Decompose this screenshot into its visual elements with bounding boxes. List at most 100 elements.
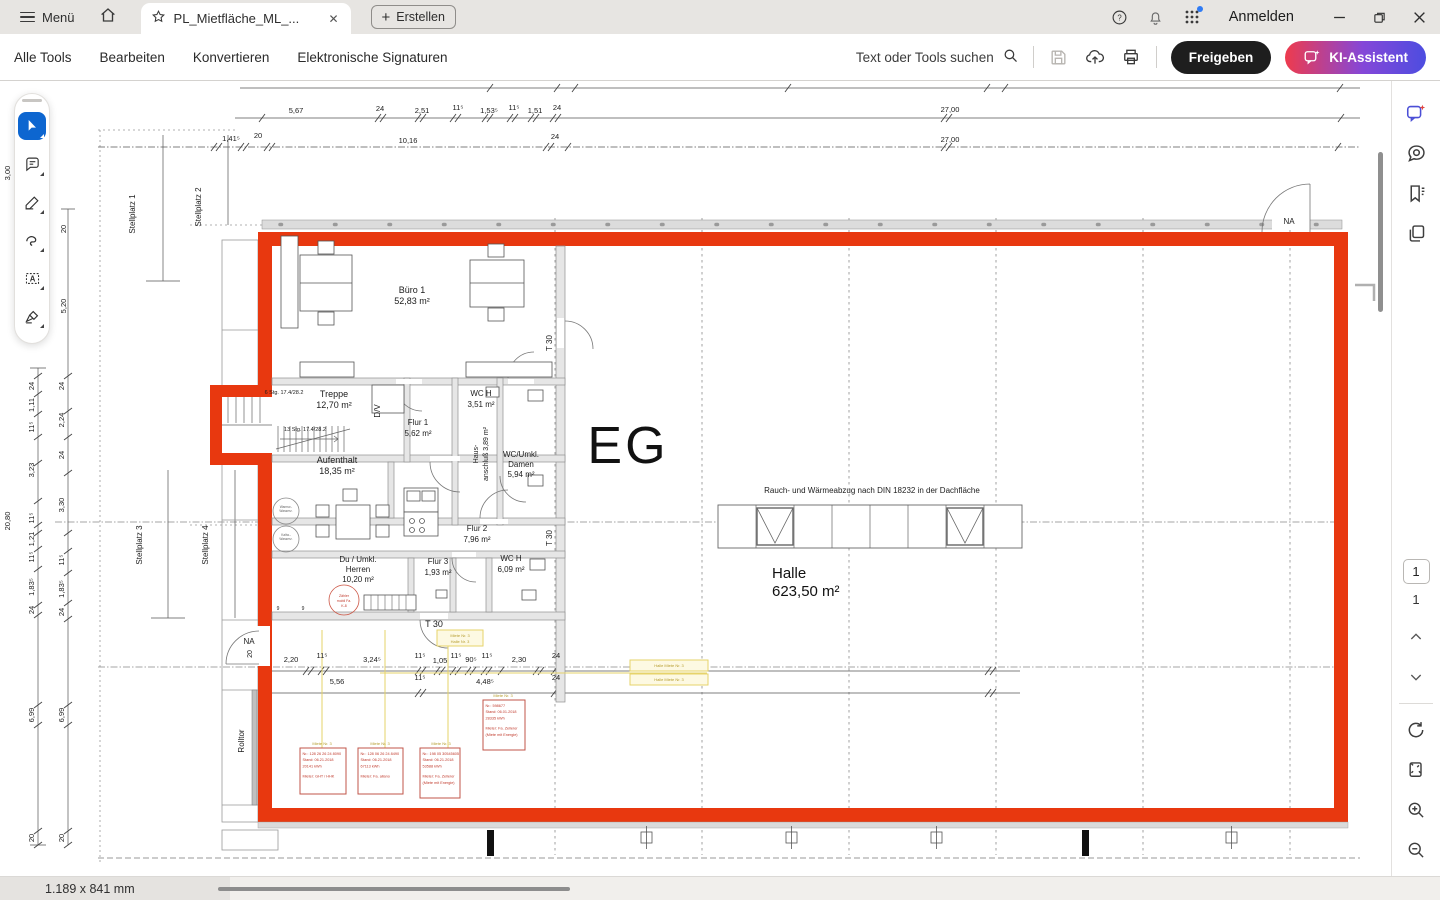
star-icon[interactable] [151, 9, 166, 29]
ai-chat-icon [1303, 48, 1321, 66]
document-canvas[interactable]: Nr.: 598677Stand: 06.01.201828335 kWhMie… [0, 81, 1392, 876]
plan-label: Du / Umkl.Herren10,20 m² [339, 555, 376, 584]
comment-tool-button[interactable] [18, 150, 46, 178]
toolbar: Alle Tools Bearbeiten Konvertieren Elekt… [0, 34, 1440, 81]
menu-convert[interactable]: Konvertieren [193, 50, 270, 65]
plan-label: T 30 [545, 335, 554, 351]
select-text-tool-button[interactable]: A [18, 264, 46, 292]
plan-label: 1,41⁵ [222, 134, 240, 143]
plan-label: 20 [59, 225, 68, 233]
divider [1399, 703, 1433, 704]
bookmarks-panel-icon[interactable] [1403, 180, 1429, 206]
plan-label: 3,30 [57, 498, 66, 513]
draw-lasso-tool-button[interactable] [18, 226, 46, 254]
titlebar: Menü PL_Mietfläche_ML_... ✕ + Erstellen … [0, 0, 1440, 34]
plan-label: Halle Miete Nr. 3 [654, 677, 684, 682]
tab-close-icon[interactable]: ✕ [326, 12, 340, 26]
fill-sign-tool-button[interactable] [18, 302, 46, 330]
menu-esign[interactable]: Elektronische Signaturen [297, 50, 447, 65]
plan-label: 11⁵ [482, 651, 493, 660]
plan-label: WC H3,51 m² [467, 389, 494, 409]
flyout-indicator [40, 210, 44, 214]
plan-labels: EGHalle623,50 m²Rauch- und Wärmeabzug na… [3, 103, 1295, 842]
share-button[interactable]: Freigeben [1171, 41, 1272, 74]
plan-label: 24 [57, 451, 66, 459]
plan-label: 27,00 [941, 135, 960, 144]
plan-label: 11⁵ [27, 422, 36, 433]
cloud-upload-icon[interactable] [1084, 46, 1106, 68]
rotate-page-icon[interactable] [1403, 717, 1429, 743]
plan-label: Halle Nr. 3 [451, 639, 470, 644]
home-button[interactable] [89, 6, 127, 29]
meter-stamp-text: 67113 kWh [361, 764, 380, 768]
window-minimize-icon[interactable] [1332, 10, 1346, 24]
plan-label: 11⁵ [415, 673, 426, 682]
plan-label: NA [243, 637, 255, 646]
plan-label: 3,23 [27, 463, 36, 478]
svg-text:?: ? [1118, 13, 1123, 22]
document-tab[interactable]: PL_Mietfläche_ML_... ✕ [141, 3, 351, 34]
meter-stamp-text: 20141 kWh [303, 764, 322, 768]
pages-panel-icon[interactable] [1403, 220, 1429, 246]
print-icon[interactable] [1120, 46, 1142, 68]
meter-stamp-text: Mieter: Fa. Zellerer [423, 775, 456, 779]
select-tool-button[interactable] [18, 112, 46, 140]
plan-label: 24 [552, 651, 560, 660]
plan-label: Flur 31,93 m² [424, 557, 451, 577]
plan-label: 3,00 [3, 166, 12, 181]
plan-label: 1,83⁵ [57, 580, 66, 598]
palette-drag-handle[interactable] [22, 99, 42, 102]
window-restore-icon[interactable] [1372, 10, 1386, 24]
page-number-input[interactable] [1403, 559, 1430, 584]
ai-assistant-panel-icon[interactable] [1403, 100, 1429, 126]
ai-assistant-button[interactable]: KI-Assistent [1285, 41, 1426, 74]
meter-stamps: Nr.: 598677Stand: 06.01.201828335 kWhMie… [300, 700, 525, 798]
apps-grid-icon[interactable] [1183, 8, 1201, 26]
save-icon[interactable] [1048, 46, 1070, 68]
divider [1156, 46, 1157, 68]
door-arcs [226, 184, 1310, 664]
plan-label: 2,20 [284, 655, 299, 664]
flyout-indicator [40, 248, 44, 252]
notifications-bell-icon[interactable] [1147, 8, 1165, 26]
meter-stamp-text: Nr.: 598677 [486, 704, 506, 708]
next-page-chevron-icon[interactable] [1403, 664, 1429, 690]
search-icon [1002, 47, 1019, 67]
plan-label: 11⁵ [415, 651, 426, 660]
horizontal-scrollbar[interactable] [218, 887, 570, 891]
plan-label: 5,20 [59, 299, 68, 314]
plan-label: Rauch- und Wärmeabzug nach DIN 18232 in … [764, 486, 980, 495]
fit-page-icon[interactable] [1403, 757, 1429, 783]
search-input[interactable]: Text oder Tools suchen [856, 47, 1019, 67]
comments-panel-icon[interactable] [1403, 140, 1429, 166]
flyout-indicator [40, 172, 44, 176]
rolltor-strip [252, 690, 257, 805]
meter-stamp-text: Nr.: 128 26 26 24 8090 [303, 752, 342, 756]
plan-label: 1,11 [27, 398, 36, 412]
plan-label: Stellplatz 1 [128, 194, 137, 234]
create-button[interactable]: + Erstellen [371, 5, 456, 29]
app-menu-button[interactable]: Menü [12, 10, 83, 25]
hamburger-icon [20, 12, 35, 23]
plan-label: Zähler [339, 594, 350, 598]
zoom-out-icon[interactable] [1403, 837, 1429, 863]
plan-label: 5,67 [289, 106, 304, 115]
window-close-icon[interactable] [1412, 10, 1426, 24]
plan-label: 20 [247, 650, 254, 658]
plan-label: 11⁵ [57, 555, 66, 566]
plan-label: 6 Stg. 17.4/28.2 [265, 390, 304, 396]
signin-button[interactable]: Anmelden [1229, 9, 1294, 25]
plan-label: 11⁵ [317, 651, 328, 660]
menu-edit[interactable]: Bearbeiten [100, 50, 165, 65]
vertical-scrollbar[interactable] [1378, 152, 1383, 312]
menu-all-tools[interactable]: Alle Tools [14, 50, 72, 65]
help-icon[interactable]: ? [1111, 8, 1129, 26]
plan-label: 1,51 [528, 106, 543, 115]
share-label: Freigeben [1189, 50, 1254, 65]
plan-label: 10,16 [399, 136, 418, 145]
plan-label: Stellplatz 3 [135, 525, 144, 565]
zoom-in-icon[interactable] [1403, 797, 1429, 823]
previous-page-chevron-icon[interactable] [1403, 624, 1429, 650]
edit-pencil-tool-button[interactable] [18, 188, 46, 216]
flyout-indicator [40, 134, 44, 138]
